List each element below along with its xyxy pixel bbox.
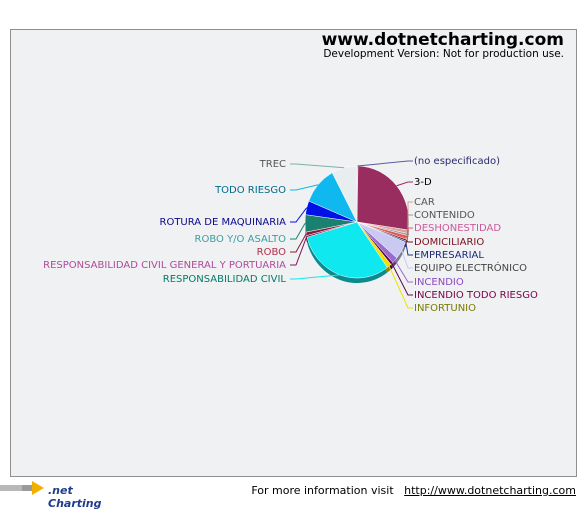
label-contenido: CONTENIDO <box>414 210 475 221</box>
footer-info: For more information visit http://www.do… <box>251 484 576 497</box>
leader-incendio <box>394 260 413 283</box>
leader-robo <box>290 233 307 253</box>
pie-labels: (no especificado) 3-D CAR CONTENIDO DESHONES… <box>43 156 538 314</box>
label-robo-y-o-asalto: ROBO Y/O ASALTO <box>195 234 287 245</box>
leader-no-especificado <box>357 160 413 167</box>
label-domiciliario: DOMICILIARIO <box>414 237 484 248</box>
label-infortunio: INFORTUNIO <box>414 303 476 314</box>
slice-3-d[interactable] <box>356 165 410 231</box>
leader-infortunio <box>388 265 413 309</box>
leader-responsabilidad-civil-general-y-portuaria <box>290 236 308 266</box>
footer-bar: .net Charting For more information visit… <box>0 480 580 510</box>
label-equipo-electr-nico: EQUIPO ELECTRÓNICO <box>414 261 527 274</box>
label-car: CAR <box>414 197 435 208</box>
logo-text: .net Charting <box>48 484 102 510</box>
leader-empresarial <box>405 241 413 256</box>
logo-arrow-icon <box>0 481 44 495</box>
pie-chart: (no especificado) 3-D CAR CONTENIDO DESHONES… <box>43 156 538 314</box>
label-trec: TREC <box>259 159 286 170</box>
label-3-d: 3-D <box>414 177 432 188</box>
leader-rotura-de-maquinaria <box>290 207 308 223</box>
label-robo: ROBO <box>257 247 287 258</box>
label-incendio: INCENDIO <box>414 277 464 288</box>
label-no-especificado: (no especificado) <box>414 156 500 167</box>
dotnetcharting-logo[interactable]: .net Charting <box>0 480 120 510</box>
label-empresarial: EMPRESARIAL <box>414 250 484 261</box>
label-incendio-todo-riesgo: INCENDIO TODO RIESGO <box>414 290 538 301</box>
label-responsabilidad-civil-general-y-portuaria: RESPONSABILIDAD CIVIL GENERAL Y PORTUARI… <box>43 260 286 271</box>
leader-todo-riesgo <box>290 184 319 191</box>
label-responsabilidad-civil: RESPONSABILIDAD CIVIL <box>163 274 287 285</box>
pie-slices <box>304 165 410 279</box>
leader-responsabilidad-civil <box>290 274 340 280</box>
label-rotura-de-maquinaria: ROTURA DE MAQUINARIA <box>160 217 287 228</box>
label-deshonestidad: DESHONESTIDAD <box>414 223 501 234</box>
leader-3-d <box>396 181 413 187</box>
footer-info-text: For more information visit <box>251 484 394 497</box>
leader-robo-y-o-asalto <box>290 223 306 240</box>
leader-trec <box>290 163 345 169</box>
label-todo-riesgo: TODO RIESGO <box>214 185 286 196</box>
footer-link[interactable]: http://www.dotnetcharting.com <box>404 484 576 497</box>
